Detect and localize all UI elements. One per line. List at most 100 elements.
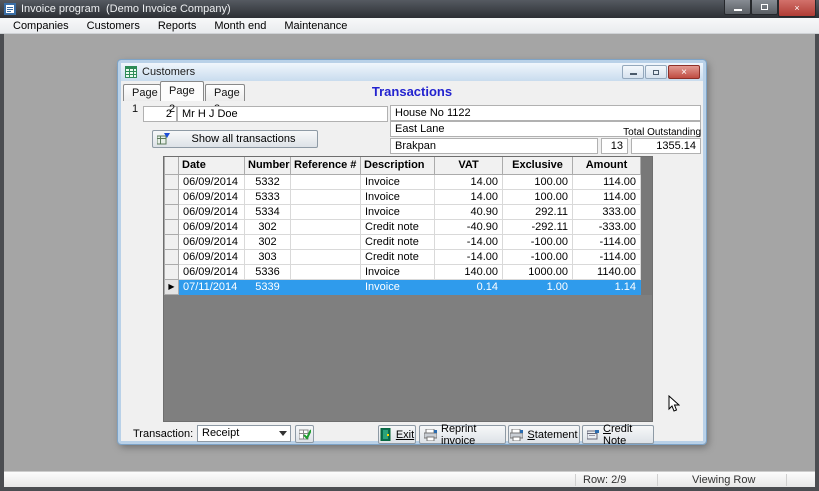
column-header[interactable]: VAT xyxy=(435,157,503,174)
column-header[interactable]: Date xyxy=(179,157,245,174)
grid-cell[interactable]: 07/11/2014 xyxy=(179,279,245,294)
grid-cell[interactable] xyxy=(291,219,361,234)
column-header[interactable]: Reference # xyxy=(291,157,361,174)
column-header[interactable]: Description xyxy=(361,157,435,174)
table-row[interactable]: 06/09/2014302 Credit note-40.90-292.11-33… xyxy=(165,219,653,234)
grid-cell[interactable]: 06/09/2014 xyxy=(179,234,245,249)
grid-cell[interactable]: 14.00 xyxy=(435,189,503,204)
credit-note-button[interactable]: Credit Note xyxy=(582,425,654,444)
grid-cell[interactable] xyxy=(291,189,361,204)
column-header[interactable]: Exclusive xyxy=(503,157,573,174)
grid-cell[interactable]: 5334 xyxy=(245,204,291,219)
grid-cell[interactable]: 14.00 xyxy=(435,174,503,189)
table-row[interactable]: ▶07/11/20145339Invoice0.141.001.14 xyxy=(165,279,653,294)
customers-titlebar[interactable]: Customers × xyxy=(121,63,703,81)
address-line3-field[interactable]: Brakpan xyxy=(390,138,598,154)
grid-cell[interactable]: Invoice xyxy=(361,189,435,204)
grid-cell[interactable]: 06/09/2014 xyxy=(179,174,245,189)
transaction-type-select[interactable]: Receipt xyxy=(197,425,291,442)
table-row[interactable]: 06/09/20145334 Invoice40.90292.11333.00 xyxy=(165,204,653,219)
transactions-grid[interactable]: DateNumberReference #DescriptionVATExclu… xyxy=(163,156,653,422)
grid-cell[interactable]: 06/09/2014 xyxy=(179,189,245,204)
menu-companies[interactable]: Companies xyxy=(4,18,78,34)
grid-cell[interactable]: 06/09/2014 xyxy=(179,249,245,264)
menu-reports[interactable]: Reports xyxy=(149,18,206,34)
grid-cell[interactable]: 06/09/2014 xyxy=(179,204,245,219)
grid-cell[interactable]: 06/09/2014 xyxy=(179,219,245,234)
grid-cell[interactable]: 302 xyxy=(245,234,291,249)
grid-cell[interactable]: 1000.00 xyxy=(503,264,573,279)
grid-cell[interactable] xyxy=(291,249,361,264)
grid-cell[interactable]: Invoice xyxy=(361,174,435,189)
reprint-invoice-button[interactable]: Reprint invoice xyxy=(419,425,506,444)
grid-cell[interactable]: -114.00 xyxy=(573,234,641,249)
column-header[interactable]: Amount xyxy=(573,157,641,174)
tab-page-1[interactable]: Page 1 xyxy=(123,84,161,101)
grid-cell[interactable]: -114.00 xyxy=(573,249,641,264)
grid-cell[interactable]: 5339 xyxy=(245,279,291,294)
customers-restore-button[interactable] xyxy=(645,65,667,79)
grid-cell[interactable] xyxy=(291,279,361,294)
grid-cell[interactable]: 100.00 xyxy=(503,174,573,189)
grid-cell[interactable]: -100.00 xyxy=(503,234,573,249)
post-transaction-button[interactable] xyxy=(295,425,314,443)
table-row[interactable]: 06/09/20145333 Invoice14.00100.00114.00 xyxy=(165,189,653,204)
grid-cell[interactable]: 40.90 xyxy=(435,204,503,219)
row-selector-cell xyxy=(165,249,179,264)
grid-cell[interactable]: 06/09/2014 xyxy=(179,264,245,279)
show-all-transactions-button[interactable]: Show all transactions xyxy=(152,130,318,148)
grid-cell[interactable]: Credit note xyxy=(361,249,435,264)
table-row[interactable]: 06/09/20145336 Invoice140.001000.001140.0… xyxy=(165,264,653,279)
menu-customers[interactable]: Customers xyxy=(78,18,149,34)
grid-cell[interactable]: 140.00 xyxy=(435,264,503,279)
table-row[interactable]: 06/09/2014303 Credit note-14.00-100.00-11… xyxy=(165,249,653,264)
column-header[interactable]: Number xyxy=(245,157,291,174)
statement-button[interactable]: Statement xyxy=(508,425,580,444)
app-close-button[interactable]: × xyxy=(778,0,816,17)
grid-cell[interactable] xyxy=(291,174,361,189)
total-outstanding-label: Total Outstanding xyxy=(551,127,701,138)
grid-cell[interactable]: 333.00 xyxy=(573,204,641,219)
row-selector-cell xyxy=(165,189,179,204)
grid-cell[interactable]: Invoice xyxy=(361,279,435,294)
menu-month-end[interactable]: Month end xyxy=(205,18,275,34)
grid-cell[interactable]: 0.14 xyxy=(435,279,503,294)
menu-maintenance[interactable]: Maintenance xyxy=(275,18,356,34)
grid-cell[interactable]: Credit note xyxy=(361,219,435,234)
grid-cell[interactable]: 1.14 xyxy=(573,279,641,294)
grid-cell[interactable]: 5333 xyxy=(245,189,291,204)
grid-cell[interactable]: -100.00 xyxy=(503,249,573,264)
grid-cell[interactable]: -333.00 xyxy=(573,219,641,234)
customer-name-field[interactable]: Mr H J Doe xyxy=(177,106,388,122)
customers-close-button[interactable]: × xyxy=(668,65,700,79)
grid-cell[interactable]: 1140.00 xyxy=(573,264,641,279)
grid-cell[interactable]: Invoice xyxy=(361,204,435,219)
grid-cell[interactable]: -40.90 xyxy=(435,219,503,234)
grid-cell[interactable]: 114.00 xyxy=(573,174,641,189)
app-restore-button[interactable] xyxy=(751,0,778,15)
grid-cell[interactable]: 1.00 xyxy=(503,279,573,294)
grid-cell[interactable]: -14.00 xyxy=(435,249,503,264)
grid-cell[interactable] xyxy=(291,264,361,279)
grid-cell[interactable]: 5332 xyxy=(245,174,291,189)
exit-button[interactable]: Exit xyxy=(378,425,416,444)
tab-page-3[interactable]: Page 3 xyxy=(205,84,245,101)
grid-cell[interactable]: Invoice xyxy=(361,264,435,279)
grid-cell[interactable]: Credit note xyxy=(361,234,435,249)
customers-minimize-button[interactable] xyxy=(622,65,644,79)
grid-cell[interactable]: 303 xyxy=(245,249,291,264)
grid-cell[interactable] xyxy=(291,234,361,249)
grid-cell[interactable]: -292.11 xyxy=(503,219,573,234)
grid-cell[interactable]: 114.00 xyxy=(573,189,641,204)
table-row[interactable]: 06/09/2014302 Credit note-14.00-100.00-11… xyxy=(165,234,653,249)
grid-cell[interactable] xyxy=(291,204,361,219)
table-row[interactable]: 06/09/20145332 Invoice14.00100.00114.00 xyxy=(165,174,653,189)
grid-cell[interactable]: 302 xyxy=(245,219,291,234)
tab-page-2[interactable]: Page 2 xyxy=(160,81,204,101)
app-minimize-button[interactable] xyxy=(724,0,751,15)
grid-cell[interactable]: 292.11 xyxy=(503,204,573,219)
grid-cell[interactable]: 100.00 xyxy=(503,189,573,204)
grid-cell[interactable]: -14.00 xyxy=(435,234,503,249)
address-line1-field[interactable]: House No 1122 xyxy=(390,105,701,121)
grid-cell[interactable]: 5336 xyxy=(245,264,291,279)
